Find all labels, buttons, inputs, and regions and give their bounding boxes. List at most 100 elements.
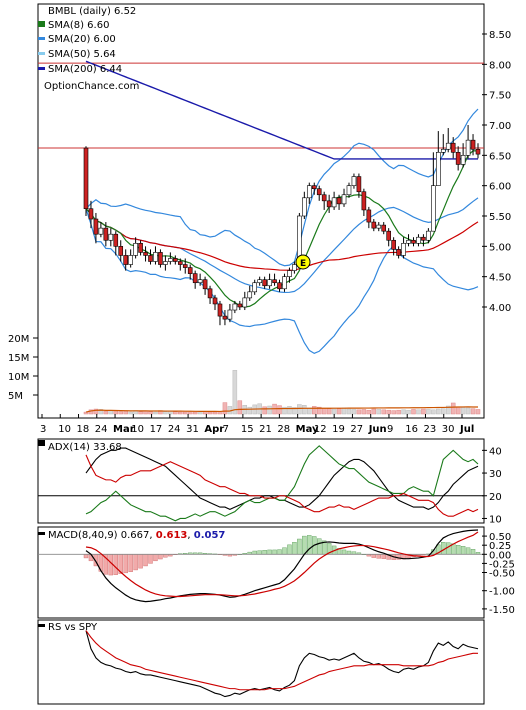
candle-body [237, 303, 243, 308]
volume-bar [128, 411, 133, 415]
rs-label: RS vs SPY [48, 622, 98, 633]
macd-histogram-bar [133, 554, 138, 571]
volume-bar [381, 409, 386, 415]
macd-histogram-bar [257, 550, 262, 555]
candle-body [93, 218, 99, 235]
volume-bar [262, 406, 267, 415]
macd-histogram-bar [371, 554, 376, 558]
date-label: Jul [459, 424, 474, 435]
price-y-axis: 8.50 8.00 7.50 7.00 6.50 6.00 5.50 5.00 4.50 4.00 [482, 30, 511, 314]
candle-body [391, 239, 396, 250]
date-label: 21 [259, 424, 272, 435]
macd-histogram-bar [128, 554, 133, 572]
watermark: OptionChance.com [44, 81, 139, 92]
volume-bar [411, 409, 416, 415]
date-label: 15 [241, 424, 254, 435]
volume-bar [321, 408, 327, 415]
macd-histogram-bar [455, 545, 461, 555]
macd-histogram-value: 0.057 [194, 530, 226, 541]
volume-tick-label: 20M [8, 334, 29, 345]
volume-bar [148, 411, 153, 415]
macd-histogram-bar [297, 538, 302, 555]
volume-bar [113, 410, 119, 415]
candle-body [252, 282, 258, 293]
earnings-marker: E [295, 254, 311, 270]
date-label: 24 [95, 424, 108, 435]
candle-body [163, 261, 168, 265]
candle-body [222, 315, 228, 320]
legend-swatch-sma200 [38, 67, 45, 70]
candle-body [103, 227, 109, 241]
candle-body [371, 221, 377, 229]
candle-body [173, 258, 178, 262]
adx-tick-label: 30 [489, 469, 502, 480]
volume-y-axis: 20M 15M 10M 5M [8, 334, 38, 402]
macd-histogram-bar [163, 554, 168, 558]
rs-swatch [38, 624, 45, 627]
macd-histogram-bar [282, 547, 287, 555]
volume-bar [232, 370, 238, 415]
date-label: 23 [423, 424, 436, 435]
volume-bar [356, 409, 362, 415]
date-label: 27 [350, 424, 363, 435]
candle-body [326, 200, 332, 208]
volume-bar [123, 411, 128, 415]
legend-sma200: SMA(200) 6.44 [48, 64, 122, 75]
macd-histogram-bar [252, 550, 257, 555]
candle-body [192, 273, 198, 284]
candle-body [113, 233, 119, 247]
macd-histogram-bar [302, 535, 307, 555]
legend-sma50: SMA(50) 5.64 [48, 49, 116, 60]
volume-bar [441, 408, 446, 415]
candle-body [401, 243, 406, 256]
candle-body [277, 282, 282, 290]
chart-title: BMBL (daily) 6.52 [48, 6, 136, 17]
volume-bar [212, 411, 218, 415]
candle-body [143, 252, 148, 256]
price-tick-label: 4.00 [489, 303, 511, 314]
macd-histogram-bar [376, 554, 381, 559]
volume-bar [371, 408, 377, 415]
volume-tick-label: 10M [8, 372, 29, 383]
macd-histogram-bar [292, 542, 297, 555]
macd-histogram-bar [123, 554, 128, 574]
candle-body [366, 209, 372, 223]
price-tick-label: 7.50 [489, 91, 511, 102]
candle-body [287, 270, 292, 277]
macd-histogram-bar [465, 547, 471, 555]
volume-bar [108, 410, 114, 415]
volume-bar [475, 409, 481, 415]
volume-bar [207, 411, 213, 415]
rs-panel-frame [37, 619, 485, 705]
volume-bar [247, 406, 252, 415]
volume-bar [118, 411, 123, 415]
candle-body [247, 291, 253, 299]
candle-body [202, 279, 208, 290]
volume-bar [421, 408, 426, 415]
candle-body [321, 194, 327, 202]
candle-body [465, 139, 471, 156]
candle-body [148, 255, 153, 262]
macd-histogram-bar [262, 550, 267, 555]
volume-bar [326, 408, 332, 415]
volume-bar [431, 409, 436, 415]
macd-histogram-bar [138, 554, 143, 569]
volume-bar [192, 411, 198, 415]
macd-histogram-bar [307, 535, 312, 555]
volume-bar [470, 408, 476, 415]
candle-body [431, 185, 436, 232]
volume-bar [202, 411, 208, 415]
candle-body [341, 194, 347, 205]
volume-bar [460, 407, 466, 415]
candle-body [351, 176, 357, 186]
candle-body [416, 236, 421, 244]
candle-body [436, 152, 441, 186]
volume-bar [197, 412, 203, 415]
price-tick-label: 4.50 [489, 273, 511, 284]
price-tick-label: 6.00 [489, 182, 511, 193]
macd-histogram-bar [287, 544, 292, 555]
volume-bar [351, 409, 357, 415]
price-tick-label: 8.50 [489, 30, 511, 41]
stock-chart-page: 8.50 8.00 7.50 7.00 6.50 6.00 5.50 5.00 4.50 4.00… [0, 0, 526, 706]
volume-bar [361, 409, 367, 415]
